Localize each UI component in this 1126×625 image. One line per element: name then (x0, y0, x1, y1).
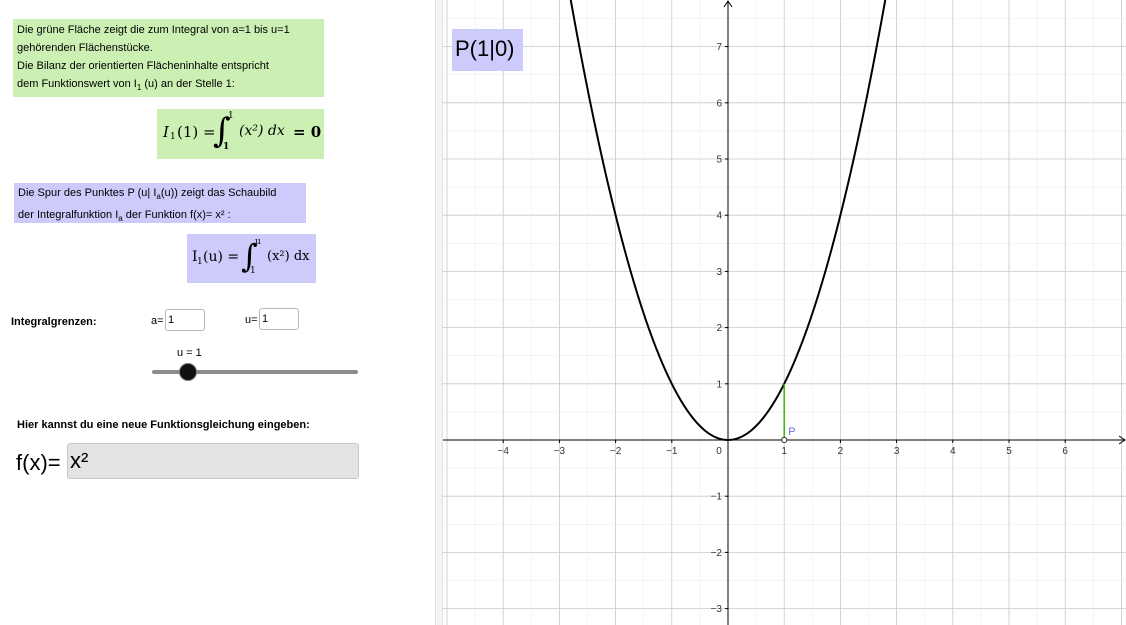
description-line-4: dem Funktionswert von I1 (u) an der Stel… (17, 78, 235, 92)
x-tick-label: 4 (950, 446, 956, 457)
x-tick-label: −4 (497, 446, 509, 457)
a-input[interactable]: 1 (165, 309, 205, 331)
slider-label: u = 1 (177, 347, 202, 359)
x-tick-label: −2 (610, 446, 622, 457)
trace-description-box: Die Spur des Punktes P (u| Ia(u)) zeigt … (14, 183, 306, 223)
y-tick-label: 4 (716, 211, 722, 222)
integral-function-formula: I 1 (u) = ∫ u 1 (x²) dx (187, 234, 316, 283)
y-tick-label: 2 (716, 323, 722, 334)
x-tick-label: 5 (1006, 446, 1012, 457)
u-input[interactable]: 1 (259, 308, 299, 330)
a-label: a= (151, 315, 164, 327)
y-tick-label: 3 (716, 267, 722, 278)
limits-label: Integralgrenzen: (11, 316, 97, 328)
description-line-3: Die Bilanz der orientierten Flächeninhal… (17, 60, 269, 72)
u-label: u= (245, 314, 258, 326)
new-function-label: Hier kannst du eine neue Funktionsgleich… (17, 419, 310, 431)
fx-label: f(x)= (16, 450, 61, 475)
x-tick-label: −3 (554, 446, 566, 457)
y-tick-label: −1 (711, 492, 723, 503)
integral-formula-value: I 1 (1) = ∫ 1 1 (x²) dx = 0 (157, 109, 324, 159)
graph-view[interactable]: −4 −3 −2 −1 0 1 2 3 4 5 6 7 6 5 4 3 2 1 −1 −2 −3 P (443, 0, 1126, 625)
point-p-label: P (788, 426, 795, 438)
description-line-2: gehörenden Flächenstücke. (17, 42, 153, 54)
trace-line-1: Die Spur des Punktes P (u| Ia(u)) zeigt … (18, 187, 277, 201)
y-tick-label: −2 (711, 548, 723, 559)
x-tick-label: 6 (1062, 446, 1068, 457)
x-tick-label: 3 (894, 446, 900, 457)
description-line-1: Die grüne Fläche zeigt die zum Integral … (17, 24, 290, 36)
y-tick-label: −3 (711, 604, 723, 615)
description-box: Die grüne Fläche zeigt die zum Integral … (13, 19, 324, 97)
tick-labels: −4 −3 −2 −1 0 1 2 3 4 5 6 7 6 5 4 3 2 1 −1 −2 −3 (497, 42, 1068, 615)
function-input[interactable]: x² (67, 443, 359, 479)
trace-line-2: der Integralfunktion Ia der Funktion f(x… (18, 209, 231, 223)
y-tick-label: 5 (716, 155, 722, 166)
u-slider-handle[interactable] (179, 363, 197, 381)
x-tick-label: 2 (838, 446, 844, 457)
y-tick-label: 6 (716, 98, 722, 109)
grid (443, 0, 1126, 625)
point-p[interactable] (781, 436, 788, 444)
y-tick-label: 1 (716, 379, 722, 390)
panel-divider[interactable] (435, 0, 443, 625)
x-tick-label: −1 (666, 446, 678, 457)
point-coordinates-label: P(1|0) (452, 29, 523, 71)
x-tick-label: 0 (716, 446, 722, 457)
y-tick-label: 7 (716, 42, 722, 53)
x-tick-label: 1 (781, 446, 787, 457)
